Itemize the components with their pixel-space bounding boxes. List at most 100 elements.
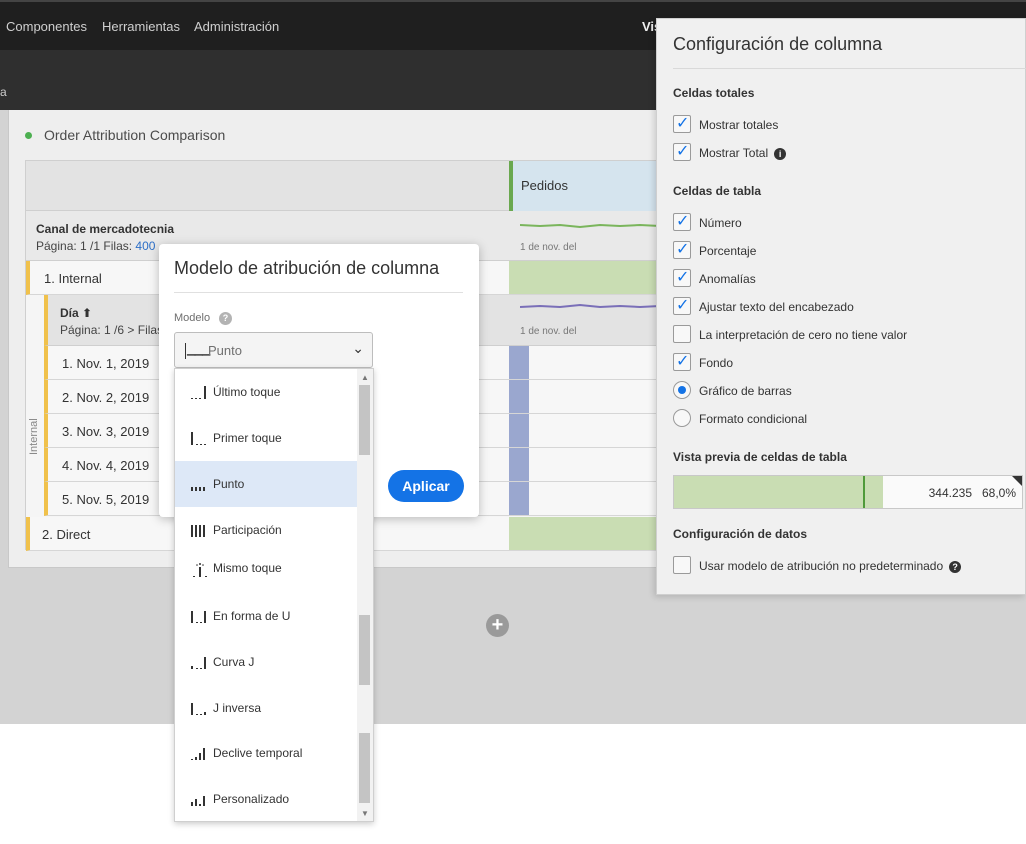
row-label: 4. Nov. 4, 2019 [62,458,150,473]
model-select[interactable]: ▁▁▁ Punto ⌄ [174,332,373,368]
nav-herramientas[interactable]: Herramientas [102,19,180,34]
row-bar-cell [509,346,529,379]
scroll-thumb[interactable] [359,733,370,803]
wrap-header-checkbox[interactable] [673,295,691,315]
breakdown-vertical-label: Internal [28,418,40,455]
conditional-format-label: Formato condicional [699,412,808,426]
row-label: 1. Internal [44,271,102,286]
rows-label: Filas: [103,239,133,253]
preview-value: 344.235 [928,486,972,500]
option-label: Último toque [213,385,281,399]
add-panel-icon[interactable]: + [486,614,509,637]
info-icon[interactable]: i [774,147,787,160]
conditional-format-radio[interactable] [673,409,691,427]
model-label: Modelo [174,312,211,324]
option-time-decay[interactable]: Declive temporal [175,730,357,776]
page-info: Página: 1 /1 [36,239,101,253]
row-label: 2. Direct [42,527,91,542]
row-bar-cell [509,380,529,413]
section-table-cells: Celdas de tabla [673,184,762,198]
row-bar-cell [509,414,529,447]
dimension-pagination: Página: 1 /1 Filas: 400 [36,239,155,253]
option-first-touch[interactable]: Primer toque [175,415,357,461]
non-default-model-checkbox[interactable] [673,556,691,574]
option-point[interactable]: Punto [175,461,357,507]
section-totals: Celdas totales [673,86,755,100]
option-custom[interactable]: Personalizado [175,776,357,822]
apply-button[interactable]: Aplicar [388,470,464,502]
sparkline-purple [520,303,660,309]
rows-value[interactable]: 400 [135,239,155,253]
panel-title[interactable]: Order Attribution Comparison [44,127,225,143]
number-label: Número [699,216,742,230]
cell-preview: 344.235 68,0% [673,475,1023,509]
zero-no-value-checkbox[interactable] [673,325,691,343]
scroll-up-icon[interactable]: ▲ [361,373,369,382]
model-dropdown-list: Último toque Primer toque Punto Particip… [174,368,374,822]
anomalies-label: Anomalías [699,272,756,286]
same-touch-icon [193,563,207,577]
nav-componentes[interactable]: Componentes [6,19,87,34]
background-label: Fondo [699,356,734,370]
toolbar-fragment: a [0,85,7,99]
text-cursor [185,343,186,359]
scroll-thumb[interactable] [359,615,370,685]
custom-icon [191,796,205,806]
option-same-touch[interactable]: Mismo toque [175,547,357,593]
metric-name: Pedidos [521,178,568,193]
dropdown-scrollbar[interactable]: ▲ ▼ [357,369,373,821]
option-label: En forma de U [213,609,291,623]
help-icon[interactable]: ? [949,560,962,573]
scroll-thumb[interactable] [359,385,370,455]
bar-chart-label: Gráfico de barras [699,384,792,398]
anomalies-checkbox[interactable] [673,267,691,287]
number-checkbox[interactable] [673,211,691,231]
dimension-title[interactable]: Canal de mercadotecnia [36,222,174,236]
preview-percent: 68,0% [981,486,1016,500]
zero-no-value-label: La interpretación de cero no tiene valor [699,328,908,342]
sparkline-label: 1 de nov. del [520,242,577,253]
time-decay-icon [191,748,205,760]
preview-bar-marker [863,476,865,508]
show-total-label: Mostrar Total i [699,146,787,160]
bar-chart-radio[interactable] [673,381,691,399]
dialog-title: Modelo de atribución de columna [174,258,440,278]
help-icon[interactable]: ? [219,312,232,325]
column-settings-panel: Configuración de columna Celdas totales … [656,18,1026,595]
participation-point-icon: ▁▁▁ [187,344,210,356]
breakdown-title[interactable]: Día ⬆ [60,306,92,320]
show-totals-label: Mostrar totales [699,118,779,132]
row-bar-cell [509,482,529,515]
percent-checkbox[interactable] [673,239,691,259]
option-label: Participación [213,523,282,537]
show-totals-checkbox[interactable] [673,113,691,133]
option-j-curve[interactable]: Curva J [175,639,357,685]
option-last-touch[interactable]: Último toque [175,369,357,415]
row-label: 5. Nov. 5, 2019 [62,492,150,507]
option-label: Primer toque [213,431,282,445]
option-label: Curva J [213,655,255,669]
point-icon [191,487,205,491]
section-data-settings: Configuración de datos [673,527,808,541]
anomaly-corner-icon [1012,476,1022,486]
background-checkbox[interactable] [673,351,691,371]
percent-label: Porcentaje [699,244,757,258]
show-total-checkbox[interactable] [673,141,691,161]
option-label: Punto [213,477,245,491]
option-u-shaped[interactable]: En forma de U [175,593,357,639]
u-shaped-icon [191,611,206,623]
section-preview: Vista previa de celdas de tabla [673,450,847,464]
column-settings-title: Configuración de columna [673,34,883,54]
option-label: Personalizado [213,792,290,806]
option-inverse-j[interactable]: J inversa [175,685,357,731]
first-touch-icon [191,432,206,445]
breakdown-pagination: Página: 1 /6 > Filas: [60,323,166,337]
scroll-down-icon[interactable]: ▼ [361,809,369,818]
nav-administracion[interactable]: Administración [194,19,279,34]
sub-page-info[interactable]: Página: 1 /6 > [60,323,134,337]
participation-icon [191,525,205,537]
row-bar-cell [509,448,529,481]
chevron-down-icon[interactable]: ⌄ [352,340,364,357]
sparkline-green [520,223,660,229]
option-label: J inversa [213,701,262,715]
